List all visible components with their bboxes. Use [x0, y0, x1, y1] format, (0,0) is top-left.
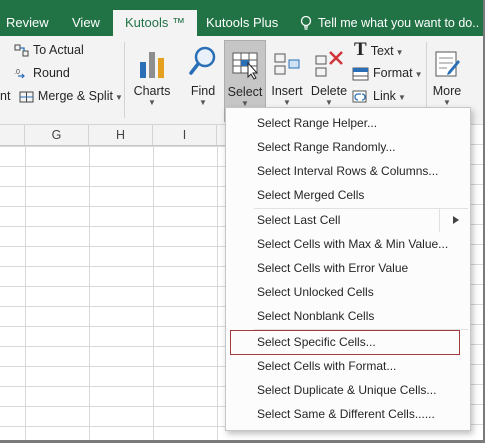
menu-item-select-range-randomly[interactable]: Select Range Randomly... [226, 135, 470, 159]
worksheet-grid[interactable] [0, 146, 230, 440]
select-label: Select [227, 85, 263, 99]
menu-item-select-interval-rows-columns[interactable]: Select Interval Rows & Columns... [226, 159, 470, 183]
chevron-down-icon: ▼ [397, 93, 406, 102]
round-label: Round [33, 66, 70, 80]
submenu-divider [439, 208, 440, 232]
find-button[interactable]: Find ▼ [184, 40, 222, 120]
round-icon: .0 [14, 69, 25, 79]
menu-item-select-error-value[interactable]: Select Cells with Error Value [226, 256, 470, 280]
delete-label: Delete [310, 84, 348, 98]
link-label: Link [373, 89, 396, 103]
format-button[interactable]: Format ▼ [352, 63, 423, 83]
tab-kutools-plus[interactable]: Kutools Plus [206, 0, 278, 36]
link-icon [352, 90, 367, 103]
charts-label: Charts [133, 84, 171, 98]
menu-item-select-duplicate-unique[interactable]: Select Duplicate & Unique Cells... [226, 378, 470, 402]
menu-item-label: Select Cells with Format... [257, 359, 397, 373]
menu-item-select-last-cell[interactable]: Select Last Cell [226, 208, 470, 232]
to-actual-icon [14, 44, 29, 57]
column-header-i[interactable]: I [153, 125, 217, 145]
menu-item-select-max-min-value[interactable]: Select Cells with Max & Min Value... [226, 232, 470, 256]
lightbulb-icon [300, 15, 312, 30]
insert-label: Insert [271, 84, 303, 98]
menu-item-label: Select Range Helper... [257, 116, 378, 130]
find-label: Find [190, 84, 216, 98]
more-label: More [432, 84, 462, 98]
menu-item-label: Select Last Cell [257, 213, 341, 227]
merge-split-label: Merge & Split [37, 89, 113, 103]
tell-me-search[interactable]: Tell me what you want to do.. [318, 0, 479, 36]
menu-item-select-cells-with-format[interactable]: Select Cells with Format... [226, 354, 470, 378]
merge-split-icon [19, 91, 34, 103]
highlight-box [230, 330, 460, 355]
bar-chart-icon [140, 52, 164, 78]
format-label: Format [373, 66, 413, 80]
round-button[interactable]: .0 Round [14, 63, 70, 83]
group-divider [124, 42, 125, 118]
menu-item-select-merged-cells[interactable]: Select Merged Cells [226, 183, 470, 207]
magnifier-icon [189, 46, 216, 75]
column-header-g[interactable]: G [25, 125, 89, 145]
select-cells-icon [232, 52, 259, 80]
column-header-row: G H I [0, 125, 230, 146]
menu-item-select-nonblank-cells[interactable]: Select Nonblank Cells [226, 304, 470, 328]
chevron-down-icon: ▼ [199, 98, 207, 107]
menu-item-label: Select Unlocked Cells [257, 285, 374, 299]
text-t-icon: T [354, 39, 367, 60]
menu-item-label: Select Nonblank Cells [257, 309, 375, 323]
column-header-partial[interactable] [0, 125, 25, 145]
menu-item-select-unlocked-cells[interactable]: Select Unlocked Cells [226, 280, 470, 304]
menu-item-label: Select Same & Different Cells...... [257, 407, 435, 421]
insert-icon [274, 53, 300, 75]
chevron-down-icon: ▼ [414, 70, 423, 79]
more-icon [435, 51, 460, 77]
menu-item-label: Select Cells with Error Value [257, 261, 409, 275]
text-button[interactable]: T Text ▼ [352, 40, 404, 60]
chevron-down-icon: ▼ [148, 98, 156, 107]
ribbon-tab-bar: Review View Kutools ™ Kutools Plus Tell … [0, 0, 483, 36]
chevron-down-icon: ▼ [114, 93, 123, 102]
select-dropdown-menu: Select Range Helper... Select Range Rand… [225, 107, 471, 431]
to-actual-button[interactable]: To Actual [14, 40, 84, 60]
menu-item-label: Select Cells with Max & Min Value... [257, 237, 449, 251]
svg-text:.0: .0 [14, 69, 20, 76]
menu-item-label: Select Interval Rows & Columns... [257, 164, 439, 178]
delete-icon [315, 51, 343, 77]
menu-item-label: Select Range Randomly... [257, 140, 396, 154]
menu-item-label: Select Duplicate & Unique Cells... [257, 383, 437, 397]
menu-item-label: Select Merged Cells [257, 188, 365, 202]
chevron-right-icon [453, 216, 459, 224]
text-label: Text [370, 44, 394, 58]
merge-split-button[interactable]: nt Merge & Split ▼ [0, 86, 123, 106]
charts-button[interactable]: Charts ▼ [130, 40, 174, 120]
format-icon [352, 67, 369, 81]
tab-review[interactable]: Review [6, 0, 49, 36]
menu-item-select-range-helper[interactable]: Select Range Helper... [226, 111, 470, 135]
chevron-down-icon: ▼ [395, 48, 404, 57]
column-header-h[interactable]: H [89, 125, 153, 145]
to-actual-label: To Actual [33, 43, 84, 57]
truncated-label: nt [0, 89, 11, 103]
tab-kutools[interactable]: Kutools ™ [113, 10, 197, 36]
link-button[interactable]: Link ▼ [352, 86, 406, 106]
menu-item-select-same-different[interactable]: Select Same & Different Cells...... [226, 402, 470, 426]
tab-view[interactable]: View [72, 0, 100, 36]
